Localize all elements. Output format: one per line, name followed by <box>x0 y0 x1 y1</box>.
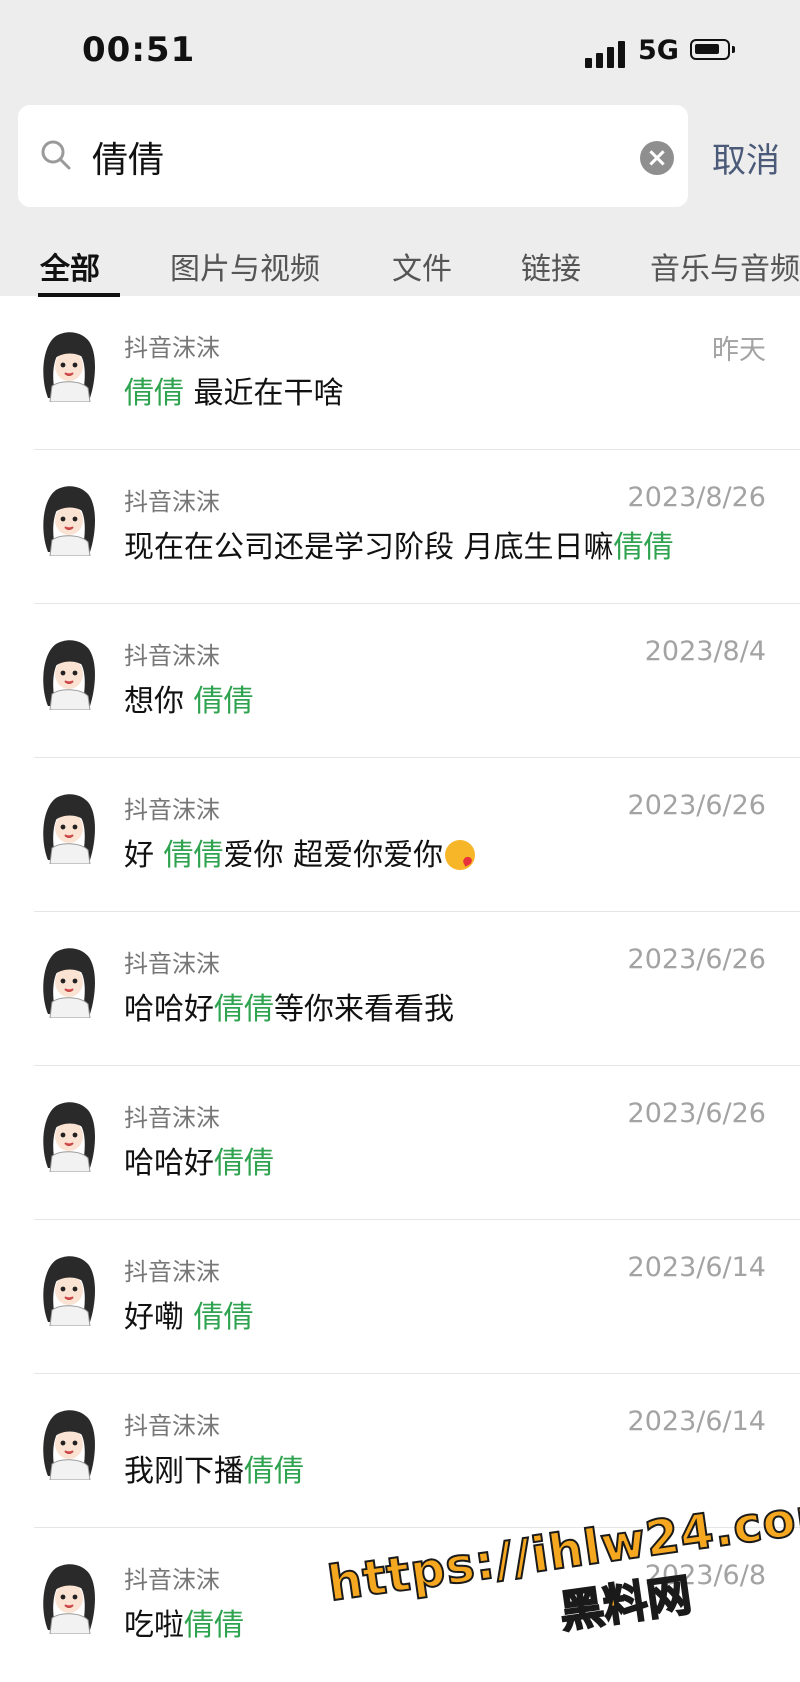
message-date: 2023/6/26 <box>627 1098 766 1129</box>
keyword-highlight: 倩倩 <box>163 838 224 873</box>
tab-all[interactable]: 全部 <box>40 244 100 288</box>
tab-files[interactable]: 文件 <box>392 244 452 288</box>
network-type: 5G <box>638 35 679 66</box>
clear-search-icon[interactable]: × <box>640 141 674 175</box>
keyword-highlight: 倩倩 <box>244 1454 304 1489</box>
keyword-highlight: 倩倩 <box>613 530 674 565</box>
message-date: 2023/6/14 <box>627 1406 766 1437</box>
message-preview: 倩倩 最近在干啥 <box>124 376 344 411</box>
result-item[interactable]: 抖音沫沫 2023/6/14 好嘞 倩倩 <box>0 1220 800 1374</box>
message-preview: 现在在公司还是学习阶段 月底生日嘛倩倩 <box>124 530 674 565</box>
tab-music-audio[interactable]: 音乐与音频 <box>650 244 800 288</box>
message-preview: 哈哈好倩倩等你来看看我 <box>124 992 454 1027</box>
avatar <box>36 1252 100 1326</box>
message-preview: 哈哈好倩倩 <box>124 1146 274 1181</box>
keyword-highlight: 倩倩 <box>193 684 254 719</box>
message-preview: 好嘞 倩倩 <box>124 1300 254 1335</box>
avatar <box>36 790 100 864</box>
message-date: 2023/6/26 <box>627 944 766 975</box>
keyword-highlight: 倩倩 <box>124 376 184 411</box>
sender-name: 抖音沫沫 <box>124 796 220 824</box>
message-date: 2023/8/26 <box>627 482 766 513</box>
avatar <box>36 1406 100 1480</box>
avatar <box>36 636 100 710</box>
message-date: 2023/6/26 <box>627 790 766 821</box>
result-item[interactable]: 抖音沫沫 2023/6/14 我刚下播倩倩 <box>0 1374 800 1528</box>
message-date: 昨天 <box>712 335 766 366</box>
message-preview: 吃啦倩倩 <box>124 1608 244 1643</box>
cancel-button[interactable]: 取消 <box>712 133 780 182</box>
keyword-highlight: 倩倩 <box>214 992 274 1027</box>
keyword-highlight: 倩倩 <box>184 1608 244 1643</box>
signal-icon <box>585 40 629 68</box>
avatar <box>36 328 100 402</box>
tab-images-videos[interactable]: 图片与视频 <box>170 244 320 288</box>
sender-name: 抖音沫沫 <box>124 488 220 516</box>
result-item[interactable]: 抖音沫沫 2023/6/26 哈哈好倩倩 <box>0 1066 800 1220</box>
result-item[interactable]: 抖音沫沫 2023/6/26 好 倩倩爱你 超爱你爱你 <box>0 758 800 912</box>
battery-icon <box>690 39 735 60</box>
keyword-highlight: 倩倩 <box>193 1300 254 1335</box>
search-field[interactable]: 倩倩 × <box>18 105 688 207</box>
sender-name: 抖音沫沫 <box>124 334 220 362</box>
result-item[interactable]: 抖音沫沫 2023/8/4 想你 倩倩 <box>0 604 800 758</box>
status-time: 00:51 <box>82 30 196 70</box>
avatar <box>36 1560 100 1634</box>
filter-tabs: 全部 图片与视频 文件 链接 音乐与音频 <box>0 240 800 297</box>
sender-name: 抖音沫沫 <box>124 1412 220 1440</box>
header-area: 00:51 5G 倩倩 × 取消 全部 图片与视频 文件 链接 音乐与音频 <box>0 0 800 297</box>
message-preview: 我刚下播倩倩 <box>124 1454 304 1489</box>
sender-name: 抖音沫沫 <box>124 1566 220 1594</box>
sender-name: 抖音沫沫 <box>124 1104 220 1132</box>
message-date: 2023/6/14 <box>627 1252 766 1283</box>
message-date: 2023/8/4 <box>644 636 766 667</box>
sender-name: 抖音沫沫 <box>124 950 220 978</box>
sender-name: 抖音沫沫 <box>124 642 220 670</box>
message-preview: 好 倩倩爱你 超爱你爱你 <box>124 830 476 874</box>
sender-name: 抖音沫沫 <box>124 1258 220 1286</box>
message-preview: 想你 倩倩 <box>124 684 254 719</box>
search-icon <box>41 140 71 170</box>
keyword-highlight: 倩倩 <box>214 1146 274 1181</box>
result-item[interactable]: 抖音沫沫 2023/8/26 现在在公司还是学习阶段 月底生日嘛倩倩 <box>0 450 800 604</box>
tab-links[interactable]: 链接 <box>521 244 581 288</box>
avatar <box>36 1098 100 1172</box>
avatar <box>36 944 100 1018</box>
search-input[interactable]: 倩倩 <box>92 131 164 183</box>
kiss-emoji-icon <box>445 840 476 870</box>
result-item[interactable]: 抖音沫沫 2023/6/26 哈哈好倩倩等你来看看我 <box>0 912 800 1066</box>
result-item[interactable]: 抖音沫沫 昨天 倩倩 最近在干啥 <box>0 296 800 450</box>
avatar <box>36 482 100 556</box>
